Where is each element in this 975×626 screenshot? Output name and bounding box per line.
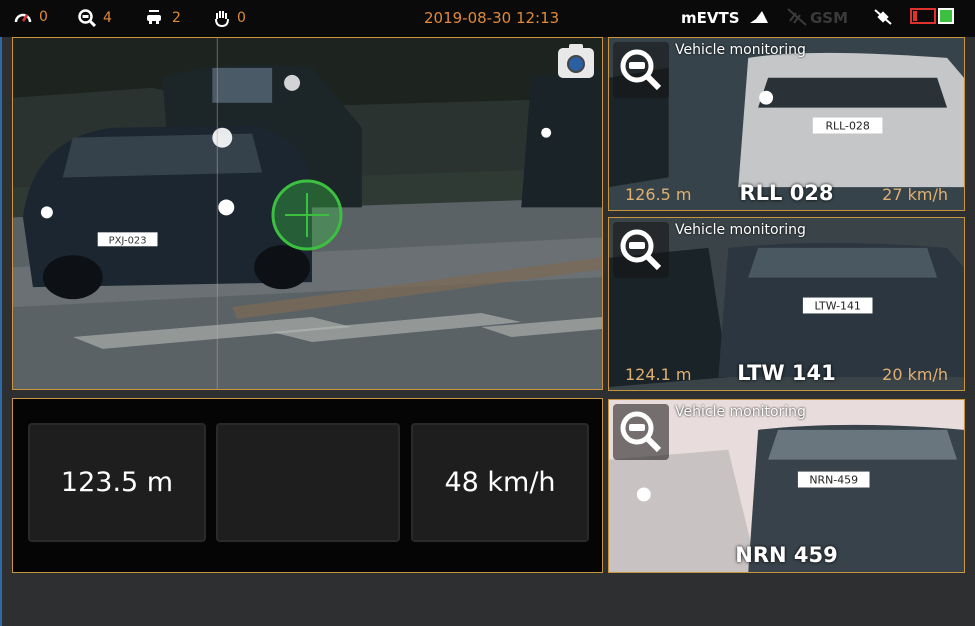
speed-violation-stat: 0 <box>14 9 48 25</box>
tile-speed: 27 km/h <box>882 185 948 204</box>
live-camera-view[interactable]: PXJ-023 <box>12 37 603 390</box>
tile-speed: 20 km/h <box>882 365 948 384</box>
zoom-vehicle-icon <box>620 229 662 271</box>
speed-readout: 48 km/h <box>411 423 589 542</box>
queue-stat: 2 <box>145 9 181 27</box>
crosshair-icon[interactable] <box>271 179 343 251</box>
tile-label: Vehicle monitoring <box>675 42 806 58</box>
svg-text:NRN-459: NRN-459 <box>809 474 858 487</box>
speedometer-icon <box>14 13 32 23</box>
manual-stat: 0 <box>214 9 246 27</box>
app-name: mEVTS <box>681 9 740 27</box>
vehicle-tile[interactable]: NRN-459 Vehicle monitoring NRN 459 <box>608 399 965 573</box>
monitor-count: 4 <box>103 10 112 26</box>
svg-text:LTW-141: LTW-141 <box>814 299 860 312</box>
capture-photo-button[interactable] <box>558 44 594 78</box>
power-status-icon <box>938 8 954 24</box>
zoom-vehicle-icon <box>620 49 662 91</box>
camera-icon <box>567 55 585 73</box>
battery-icon <box>910 8 936 24</box>
zoom-button[interactable] <box>613 404 669 460</box>
svg-text:RLL-028: RLL-028 <box>825 119 869 132</box>
manual-count: 0 <box>237 10 246 26</box>
gsm-signal-off-icon <box>787 8 807 26</box>
gsm-label: GSM <box>810 9 849 27</box>
vehicle-tile[interactable]: RLL-028 Vehicle monitoring 126.5 m RLL 0… <box>608 37 965 211</box>
satellite-icon <box>874 9 892 25</box>
vehicle-tile[interactable]: LTW-141 Vehicle monitoring 124.1 m LTW 1… <box>608 217 965 391</box>
tile-label: Vehicle monitoring <box>675 404 806 420</box>
monitor-stat: 4 <box>78 9 112 27</box>
zoom-button[interactable] <box>613 222 669 278</box>
hand-icon <box>215 11 229 27</box>
zoom-vehicle-small-icon <box>78 9 96 27</box>
tile-plate: NRN 459 <box>735 543 838 567</box>
queue-count: 2 <box>172 10 181 26</box>
tile-label: Vehicle monitoring <box>675 222 806 238</box>
speed-violation-count: 0 <box>39 9 48 25</box>
zoom-button[interactable] <box>613 42 669 98</box>
queue-icon <box>147 10 161 24</box>
svg-text:PXJ-023: PXJ-023 <box>109 235 147 246</box>
distance-readout: 123.5 m <box>28 423 206 542</box>
zoom-vehicle-icon <box>620 411 662 453</box>
left-edge-border <box>0 37 12 626</box>
map-arrow-icon <box>750 11 768 23</box>
datetime-display: 2019-08-30 12:13 <box>424 9 560 27</box>
measurement-panel: 123.5 m 48 km/h <box>12 398 603 573</box>
status-bar: 0 4 2 0 2019-08-30 12:13 mEVTS GSM <box>0 0 975 37</box>
middle-readout <box>216 423 400 542</box>
